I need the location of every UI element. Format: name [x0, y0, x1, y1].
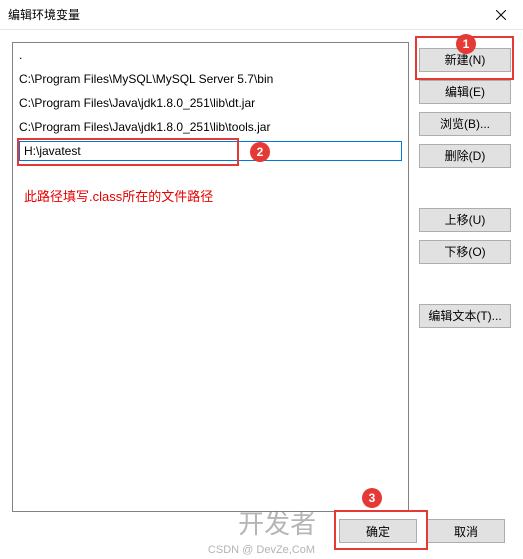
list-item[interactable]: C:\Program Files\MySQL\MySQL Server 5.7\…	[13, 67, 408, 91]
browse-button[interactable]: 浏览(B)...	[419, 112, 511, 136]
hint-text: 此路径填写.class所在的文件路径	[18, 178, 219, 213]
close-icon	[496, 10, 506, 20]
list-item[interactable]: C:\Program Files\Java\jdk1.8.0_251\lib\d…	[13, 91, 408, 115]
dialog-body: . C:\Program Files\MySQL\MySQL Server 5.…	[0, 30, 523, 559]
annotation-marker-1: 1	[456, 34, 476, 54]
titlebar: 编辑环境变量	[0, 0, 523, 30]
bottom-buttons: 确定 取消	[339, 519, 505, 543]
edit-button[interactable]: 编辑(E)	[419, 80, 511, 104]
cancel-button[interactable]: 取消	[427, 519, 505, 543]
button-column: 新建(N) 编辑(E) 浏览(B)... 删除(D) 上移(U) 下移(O) 编…	[419, 42, 511, 547]
list-item[interactable]: C:\Program Files\Java\jdk1.8.0_251\lib\t…	[13, 115, 408, 139]
dialog-title: 编辑环境变量	[8, 6, 80, 23]
delete-button[interactable]: 删除(D)	[419, 144, 511, 168]
path-list[interactable]: . C:\Program Files\MySQL\MySQL Server 5.…	[12, 42, 409, 512]
editing-input[interactable]	[19, 141, 402, 161]
annotation-marker-2: 2	[250, 142, 270, 162]
list-item[interactable]: .	[13, 43, 408, 67]
edittext-button[interactable]: 编辑文本(T)...	[419, 304, 511, 328]
moveup-button[interactable]: 上移(U)	[419, 208, 511, 232]
ok-button[interactable]: 确定	[339, 519, 417, 543]
movedown-button[interactable]: 下移(O)	[419, 240, 511, 264]
close-button[interactable]	[478, 0, 523, 30]
annotation-marker-3: 3	[362, 488, 382, 508]
